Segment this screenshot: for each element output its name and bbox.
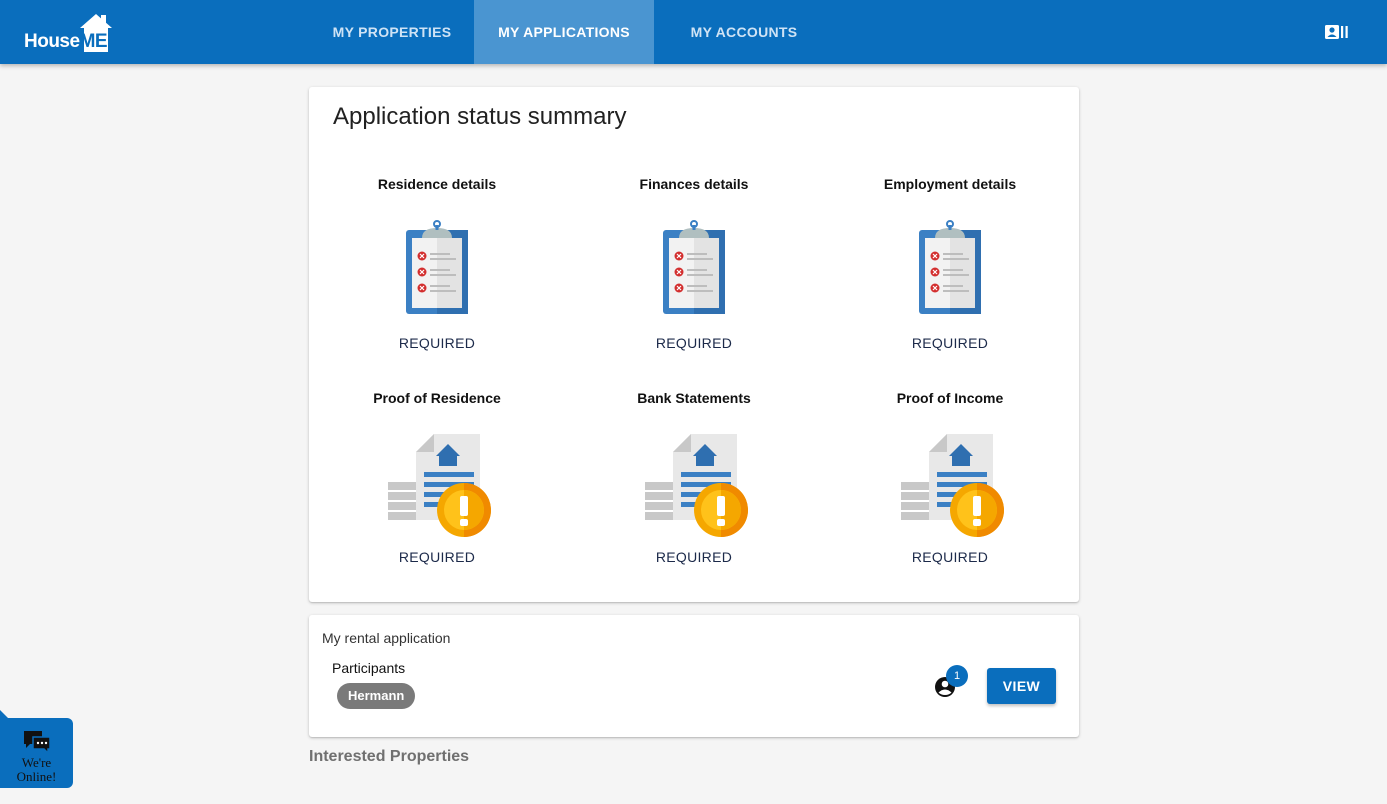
tile-label: Proof of Income [896,390,1004,406]
tile-status: REQUIRED [655,549,733,565]
interested-properties-heading: Interested Properties [309,748,470,765]
tab-my-accounts[interactable]: MY ACCOUNTS [654,0,834,64]
document-warning-icon [645,434,748,537]
main-nav: MY PROPERTIES MY APPLICATIONS MY ACCOUNT… [310,0,834,64]
participant-count-badge: 1 [946,665,968,687]
live-chat-widget[interactable]: We're Online! [0,718,73,788]
application-status-summary-card: Application status summary Residence det… [309,87,1079,602]
tile-label: Residence details [377,176,497,192]
status-tile-employment-details[interactable]: Employment details REQUIRED [850,176,1050,356]
tile-status: REQUIRED [911,335,989,351]
houseme-logo[interactable]: HouseME [22,12,117,54]
document-warning-icon [388,434,491,537]
tile-label: Finances details [639,176,749,192]
chat-status-text: We're Online! [0,756,73,784]
status-tile-bank-statements[interactable]: Bank Statements REQUIRED [594,390,794,570]
tile-status: REQUIRED [655,335,733,351]
clipboard-checklist-icon [406,220,468,314]
document-warning-icon [901,434,1004,537]
clipboard-checklist-icon [663,220,725,314]
tab-my-applications[interactable]: MY APPLICATIONS [474,0,654,64]
tile-label: Bank Statements [637,390,751,406]
chat-status-line2: Online! [16,769,57,784]
view-button[interactable]: VIEW [987,668,1056,704]
status-tile-proof-of-income[interactable]: Proof of Income REQUIRED [850,390,1050,570]
chat-bubbles-icon [24,731,51,755]
logo-text-me: ME [79,31,108,52]
rental-application-title: My rental application [322,630,451,646]
participants-label: Participants [332,660,406,676]
logo-text-house: House [24,31,80,52]
clipboard-checklist-icon [919,220,981,314]
tile-status: REQUIRED [398,335,476,351]
tile-label: Proof of Residence [373,390,501,406]
status-tile-residence-details[interactable]: Residence details REQUIRED [337,176,537,356]
tile-status: REQUIRED [398,549,476,565]
tab-my-properties[interactable]: MY PROPERTIES [310,0,474,64]
chat-status-line1: We're [21,755,52,770]
logo-text: HouseME [24,31,108,53]
contact-card-icon[interactable] [1325,24,1349,40]
tile-label: Employment details [883,176,1017,192]
tile-status: REQUIRED [911,549,989,565]
rental-application-card: My rental application Participants Herma… [309,615,1079,737]
participant-chip[interactable]: Hermann [337,683,416,709]
top-app-bar: HouseME MY PROPERTIES MY APPLICATIONS MY… [0,0,1387,64]
summary-title: Application status summary [333,103,627,130]
status-tile-finances-details[interactable]: Finances details REQUIRED [594,176,794,356]
status-tile-proof-of-residence[interactable]: Proof of Residence REQUIRED [337,390,537,570]
